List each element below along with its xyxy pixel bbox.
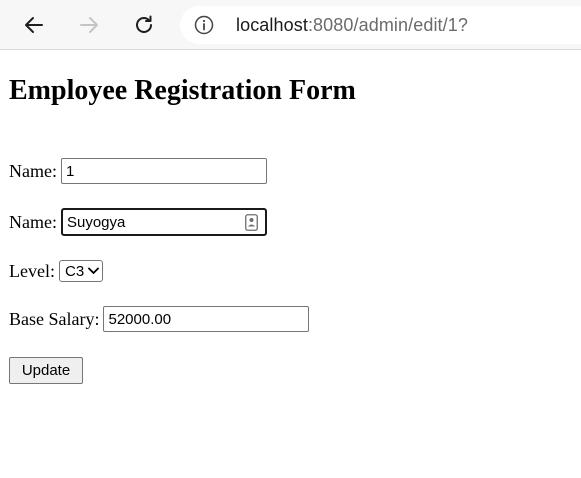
name-input[interactable]: Suyogya — [60, 208, 267, 236]
forward-arrow-icon — [80, 17, 98, 33]
form-row-id: Name: 1 — [9, 158, 267, 184]
salary-input-value: 52000.00 — [108, 310, 172, 328]
level-select[interactable]: C3 — [58, 260, 104, 282]
form-row-salary: Base Salary: 52000.00 — [9, 306, 310, 332]
contact-card-icon[interactable] — [245, 213, 259, 231]
page-title: Employee Registration Form — [9, 75, 356, 106]
id-label: Name: — [9, 160, 57, 181]
id-input[interactable]: 1 — [60, 158, 267, 184]
chevron-down-icon — [88, 267, 100, 275]
form-row-level: Level: C3 — [9, 260, 104, 282]
update-button[interactable]: Update — [9, 357, 83, 384]
url-path: :8080/admin/edit/1? — [307, 14, 468, 35]
form-row-name: Name: Suyogya — [9, 208, 267, 236]
salary-label: Base Salary: — [9, 308, 100, 329]
back-button[interactable] — [18, 9, 50, 41]
level-select-value: C3 — [64, 262, 85, 280]
name-input-value: Suyogya — [66, 213, 126, 231]
reload-icon — [136, 15, 152, 33]
back-arrow-icon — [25, 17, 43, 33]
name-label: Name: — [9, 211, 57, 232]
url-text[interactable]: localhost:8080/admin/edit/1? — [236, 15, 468, 36]
salary-input[interactable]: 52000.00 — [103, 306, 310, 332]
id-input-value: 1 — [65, 162, 75, 180]
browser-toolbar: localhost:8080/admin/edit/1? — [0, 0, 581, 50]
url-host: localhost — [236, 14, 308, 35]
address-bar[interactable]: localhost:8080/admin/edit/1? — [180, 6, 581, 44]
level-label: Level: — [9, 260, 55, 281]
reload-button[interactable] — [128, 9, 160, 41]
info-icon[interactable] — [194, 15, 214, 35]
forward-button[interactable] — [73, 9, 105, 41]
